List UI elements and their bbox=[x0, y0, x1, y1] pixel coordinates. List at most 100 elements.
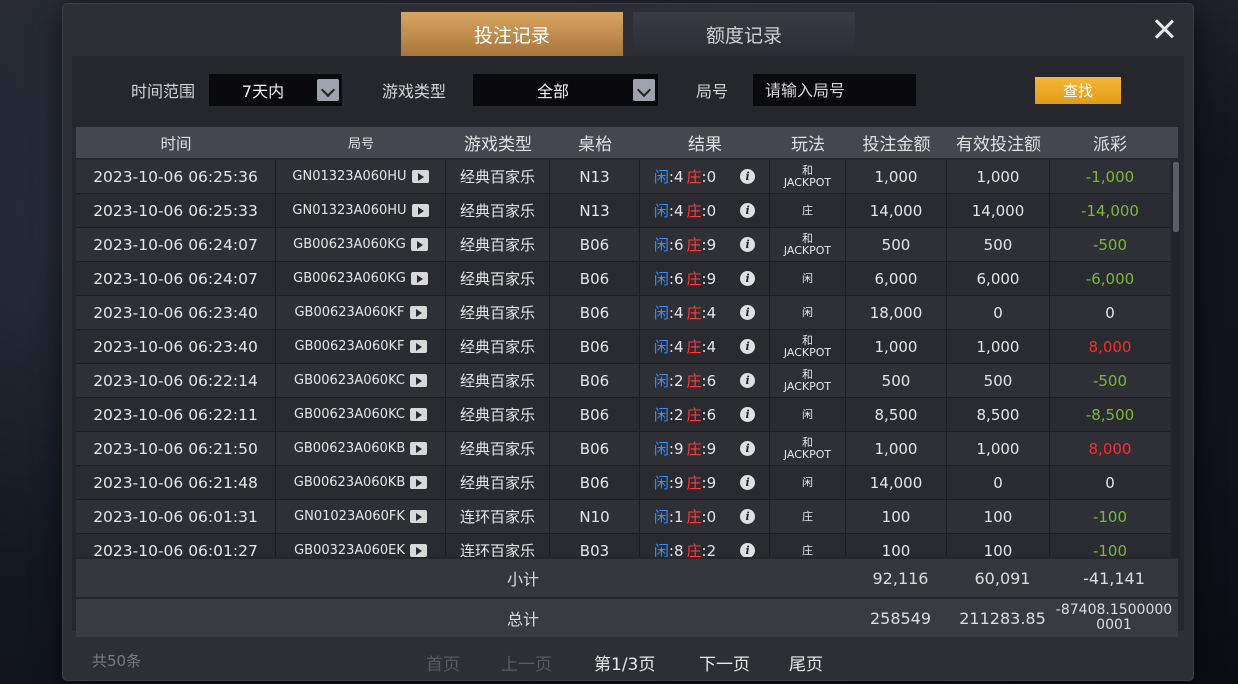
total-valid: 211283.85 bbox=[959, 608, 1046, 628]
player-score: 4 bbox=[673, 167, 684, 186]
round-input[interactable] bbox=[753, 74, 916, 106]
table-row: 2023-10-06 06:25:36 GN01323A060HU 经典百家乐 N13… bbox=[76, 160, 1170, 194]
prev-page-link[interactable]: 上一页 bbox=[501, 650, 552, 675]
cell-amount: 18,000 bbox=[846, 296, 947, 329]
info-icon[interactable]: i bbox=[740, 373, 756, 388]
cell-table: B06 bbox=[550, 330, 640, 363]
cell-amount: 1,000 bbox=[846, 330, 947, 363]
time-range-select[interactable]: 7天内 bbox=[209, 74, 342, 106]
play-video-icon[interactable] bbox=[410, 272, 428, 285]
scrollbar[interactable] bbox=[1172, 162, 1180, 557]
current-page: 第1/3页 bbox=[594, 655, 656, 675]
cell-result: 闲:4庄:4i bbox=[640, 296, 770, 329]
cell-table: B03 bbox=[550, 534, 640, 557]
game-type-select[interactable]: 全部 bbox=[473, 74, 658, 106]
cell-play: 庄 bbox=[770, 500, 846, 533]
info-icon[interactable]: i bbox=[740, 339, 756, 354]
play-video-icon[interactable] bbox=[410, 442, 428, 455]
banker-score: 6 bbox=[706, 371, 717, 390]
scrollbar-thumb[interactable] bbox=[1173, 162, 1179, 232]
table-row: 2023-10-06 06:24:07 GB00623A060KG 经典百家乐 B06… bbox=[76, 262, 1170, 296]
info-icon[interactable]: i bbox=[740, 271, 756, 286]
cell-table: N13 bbox=[550, 194, 640, 227]
info-icon[interactable]: i bbox=[740, 407, 756, 422]
subtotal-label: 小计 bbox=[506, 570, 539, 589]
cell-payout: -100 bbox=[1092, 541, 1128, 558]
records-panel: 时间范围 7天内 游戏类型 全部 局号 查找 时间 局号 游戏类型 桌枱 结果 … bbox=[72, 56, 1184, 637]
play-video-icon[interactable] bbox=[411, 204, 429, 217]
info-icon[interactable]: i bbox=[740, 203, 756, 218]
last-page-link[interactable]: 尾页 bbox=[789, 650, 823, 675]
cell-round: GB00623A060KC bbox=[276, 398, 446, 431]
play-type-sub: JACKPOT bbox=[783, 345, 832, 359]
player-score: 1 bbox=[673, 507, 684, 526]
round-id: GB00623A060KF bbox=[294, 339, 405, 354]
info-icon[interactable]: i bbox=[740, 237, 756, 252]
close-icon[interactable] bbox=[1151, 16, 1177, 42]
play-video-icon[interactable] bbox=[409, 408, 427, 421]
banker-score: 2 bbox=[706, 541, 717, 558]
cell-result: 闲:8庄:2i bbox=[640, 534, 770, 557]
play-video-icon[interactable] bbox=[409, 510, 427, 523]
info-icon[interactable]: i bbox=[740, 475, 756, 490]
round-id: GB00623A060KC bbox=[294, 407, 405, 422]
table-row: 2023-10-06 06:21:50 GB00623A060KB 经典百家乐 B06… bbox=[76, 432, 1170, 466]
cell-payout: -1,000 bbox=[1085, 167, 1135, 186]
banker-label: 庄 bbox=[686, 406, 702, 424]
search-button[interactable]: 查找 bbox=[1035, 77, 1121, 104]
cell-game-type: 经典百家乐 bbox=[446, 432, 550, 465]
round-id: GB00623A060KC bbox=[294, 373, 405, 388]
cell-payout: -6,000 bbox=[1085, 269, 1135, 288]
play-video-icon[interactable] bbox=[410, 238, 428, 251]
banker-score: 4 bbox=[706, 337, 717, 356]
info-icon[interactable]: i bbox=[740, 509, 756, 524]
table-row: 2023-10-06 06:22:14 GB00623A060KC 经典百家乐 B06… bbox=[76, 364, 1170, 398]
round-label: 局号 bbox=[696, 82, 729, 101]
first-page-link[interactable]: 首页 bbox=[426, 650, 460, 675]
cell-result: 闲:4庄:0i bbox=[640, 194, 770, 227]
play-type: 和 bbox=[801, 333, 813, 347]
info-icon[interactable]: i bbox=[740, 169, 756, 184]
cell-round: GB00623A060KF bbox=[276, 330, 446, 363]
play-video-icon[interactable] bbox=[411, 170, 429, 183]
player-score: 9 bbox=[673, 439, 684, 458]
cell-valid-amount: 6,000 bbox=[947, 262, 1050, 295]
cell-valid-amount: 0 bbox=[947, 296, 1050, 329]
play-video-icon[interactable] bbox=[409, 544, 427, 557]
table-body: 2023-10-06 06:25:36 GN01323A060HU 经典百家乐 N13… bbox=[76, 160, 1170, 557]
cell-game-type: 经典百家乐 bbox=[446, 466, 550, 499]
play-video-icon[interactable] bbox=[409, 374, 427, 387]
banker-score: 0 bbox=[706, 167, 717, 186]
table-row: 2023-10-06 06:01:27 GB00323A060EK 连环百家乐 B03… bbox=[76, 534, 1170, 557]
cell-result: 闲:9庄:9i bbox=[640, 466, 770, 499]
next-page-link[interactable]: 下一页 bbox=[699, 650, 750, 675]
cell-table: B06 bbox=[550, 296, 640, 329]
tab-credit-records[interactable]: 额度记录 bbox=[633, 12, 855, 56]
chevron-down-icon bbox=[633, 79, 655, 101]
cell-result: 闲:6庄:9i bbox=[640, 262, 770, 295]
cell-valid-amount: 500 bbox=[947, 228, 1050, 261]
col-header-game-type: 游戏类型 bbox=[464, 135, 532, 155]
info-icon[interactable]: i bbox=[740, 441, 756, 456]
cell-round: GB00623A060KB bbox=[276, 432, 446, 465]
col-header-result: 结果 bbox=[688, 135, 722, 155]
play-video-icon[interactable] bbox=[409, 340, 427, 353]
banker-score: 4 bbox=[706, 303, 717, 322]
tab-bet-records[interactable]: 投注记录 bbox=[401, 12, 623, 56]
round-id: GN01323A060HU bbox=[292, 169, 407, 184]
cell-game-type: 经典百家乐 bbox=[446, 364, 550, 397]
banker-score: 0 bbox=[706, 507, 717, 526]
cell-amount: 1,000 bbox=[846, 160, 947, 193]
table-row: 2023-10-06 06:22:11 GB00623A060KC 经典百家乐 B06… bbox=[76, 398, 1170, 432]
cell-table: B06 bbox=[550, 262, 640, 295]
player-score: 4 bbox=[673, 201, 684, 220]
play-video-icon[interactable] bbox=[409, 306, 427, 319]
player-label: 闲 bbox=[653, 304, 669, 322]
player-label: 闲 bbox=[653, 202, 669, 220]
info-icon[interactable]: i bbox=[740, 305, 756, 320]
play-video-icon[interactable] bbox=[410, 476, 428, 489]
player-label: 闲 bbox=[653, 542, 669, 557]
cell-round: GB00623A060KF bbox=[276, 296, 446, 329]
info-icon[interactable]: i bbox=[740, 543, 756, 557]
banker-label: 庄 bbox=[686, 236, 702, 254]
